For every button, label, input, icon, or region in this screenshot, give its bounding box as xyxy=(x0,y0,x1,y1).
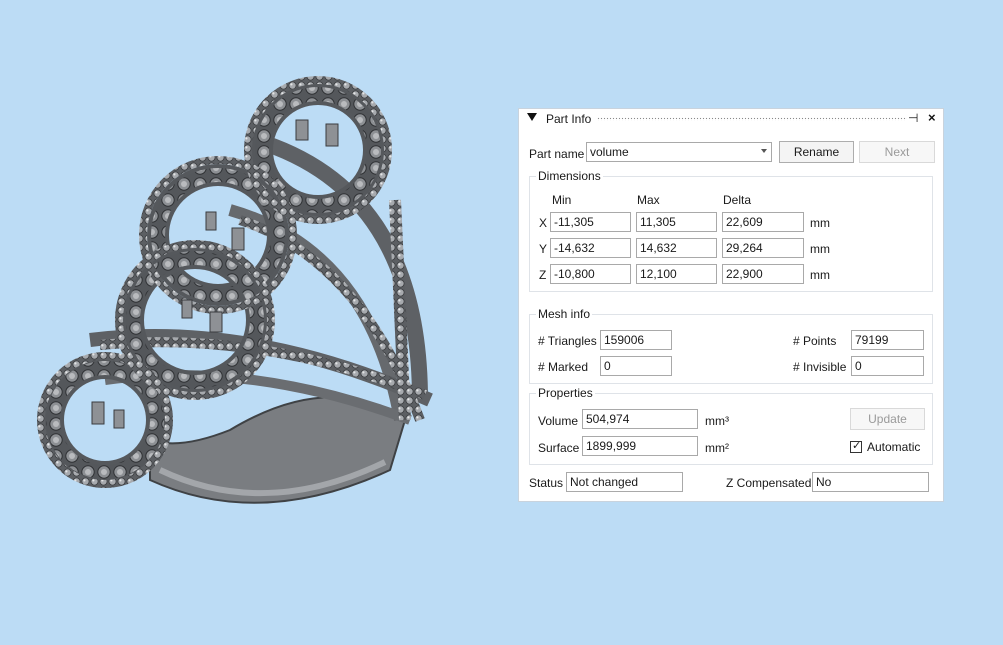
part-name-label: Part name xyxy=(529,147,585,161)
max-z-field[interactable]: 12,100 xyxy=(636,264,717,284)
triangles-field[interactable]: 159006 xyxy=(600,330,672,350)
z-compensated-field[interactable]: No xyxy=(812,472,929,492)
properties-title: Properties xyxy=(536,386,595,400)
delta-y-field[interactable]: 29,264 xyxy=(722,238,804,258)
max-y-field[interactable]: 14,632 xyxy=(636,238,717,258)
min-y-field[interactable]: -14,632 xyxy=(550,238,631,258)
part-name-combo[interactable]: volume xyxy=(586,142,772,162)
pin-icon[interactable]: ⊣ xyxy=(908,111,918,125)
delta-x-field[interactable]: 22,609 xyxy=(722,212,804,232)
unit-mm-y: mm xyxy=(810,242,830,256)
z-compensated-label: Z Compensated xyxy=(726,476,812,490)
marked-label: # Marked xyxy=(538,360,589,374)
surface-field[interactable]: 1899,999 xyxy=(582,436,698,456)
mesh-info-title: Mesh info xyxy=(536,307,593,321)
status-label: Status xyxy=(529,476,564,490)
unit-mm-x: mm xyxy=(810,216,830,230)
max-x-field[interactable]: 11,305 xyxy=(636,212,717,232)
surface-unit: mm² xyxy=(705,441,729,455)
surface-label: Surface xyxy=(538,441,580,455)
part-name-value: volume xyxy=(590,145,629,159)
volume-field[interactable]: 504,974 xyxy=(582,409,698,429)
automatic-label: Automatic xyxy=(867,440,921,454)
axis-label-z: Z xyxy=(539,268,547,282)
min-header: Min xyxy=(552,193,572,207)
part-info-panel: Part Info ⊣ × Part name volume Rename Ne… xyxy=(518,108,944,502)
panel-titlebar[interactable]: Part Info ⊣ × xyxy=(519,109,943,129)
axis-label-y: Y xyxy=(539,242,548,256)
invisible-field[interactable]: 0 xyxy=(851,356,924,376)
checkmark-icon: ✓ xyxy=(852,440,862,452)
min-x-field[interactable]: -11,305 xyxy=(550,212,631,232)
rename-button[interactable]: Rename xyxy=(779,141,854,163)
min-z-field[interactable]: -10,800 xyxy=(550,264,631,284)
panel-title: Part Info xyxy=(546,112,592,126)
points-label: # Points xyxy=(793,334,837,348)
max-header: Max xyxy=(637,193,660,207)
dimensions-title: Dimensions xyxy=(536,169,603,183)
update-button[interactable]: Update xyxy=(850,408,925,430)
axis-label-x: X xyxy=(539,216,548,230)
delta-header: Delta xyxy=(723,193,752,207)
next-button[interactable]: Next xyxy=(859,141,935,163)
status-field[interactable]: Not changed xyxy=(566,472,683,492)
drag-grip[interactable] xyxy=(597,117,907,121)
collapse-arrow-icon[interactable] xyxy=(527,113,537,121)
automatic-checkbox[interactable]: ✓ xyxy=(850,440,862,453)
unit-mm-z: mm xyxy=(810,268,830,282)
close-icon[interactable]: × xyxy=(928,110,936,125)
volume-label: Volume xyxy=(538,414,579,428)
triangles-label: # Triangles xyxy=(538,334,597,348)
points-field[interactable]: 79199 xyxy=(851,330,924,350)
invisible-label: # Invisible xyxy=(793,360,847,374)
delta-z-field[interactable]: 22,900 xyxy=(722,264,804,284)
chevron-down-icon[interactable] xyxy=(761,149,767,153)
volume-unit: mm³ xyxy=(705,414,729,428)
marked-field[interactable]: 0 xyxy=(600,356,672,376)
